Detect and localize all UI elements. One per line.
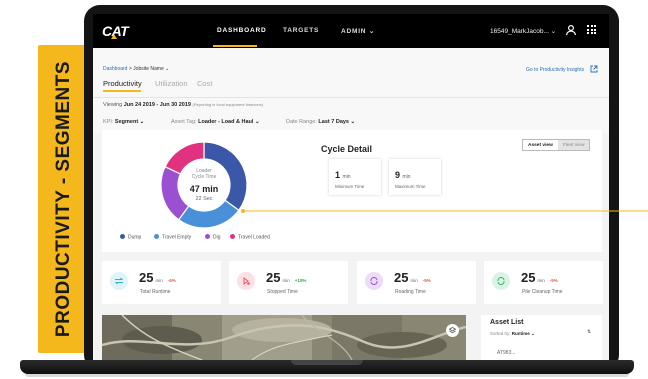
viewing-range: Viewing Jun 24 2019 - Jun 30 2019 (Repor… [103, 102, 264, 108]
asset-list-panel: Asset List Sorted by: Runtime ⌄ ⇅ AT983.… [481, 315, 602, 360]
map-terrain [102, 315, 466, 360]
cycle-donut-chart: Loader Cycle Time 47 min 22 Sec [160, 141, 248, 229]
asset-list-sort[interactable]: Sorted by: Runtime ⌄ [490, 331, 535, 337]
date-range-filter[interactable]: Date Range: Last 7 Days ⌄ [286, 119, 355, 125]
minimum-time-card: 1 min Minimum Time [329, 159, 381, 195]
satellite-map[interactable] [102, 315, 466, 360]
apps-grid-icon[interactable] [587, 25, 596, 34]
divider [93, 97, 609, 98]
tab-productivity[interactable]: Productivity [103, 79, 142, 88]
asset-list-item[interactable]: AT983... [497, 350, 516, 356]
donut-slice-travel-empty[interactable] [177, 199, 240, 229]
user-icon[interactable] [565, 24, 577, 36]
sort-order-icon[interactable]: ⇅ [587, 329, 595, 337]
legend-dot [230, 234, 235, 239]
legend-dot [205, 234, 210, 239]
tab-utilization[interactable]: Utilization [155, 79, 188, 88]
logo-triangle-icon [111, 34, 117, 39]
laptop-foot [25, 374, 629, 377]
asset-view-button[interactable]: Asset view [523, 140, 558, 150]
top-navigation: CAT DASHBOARD TARGETS ADMIN ⌄ 16549_Mark… [93, 14, 609, 48]
center-sub: 22 Sec [195, 196, 212, 202]
asset-tag-filter[interactable]: Asset Tag: Loader - Load & Haul ⌄ [171, 119, 260, 125]
asset-list-title: Asset List [490, 319, 524, 326]
fleet-view-button[interactable]: Fleet view [557, 140, 590, 150]
donut-slice-dig[interactable] [160, 165, 190, 221]
maximum-time-card: 9 min Maximum Time [389, 159, 441, 195]
laptop-notch [291, 360, 363, 365]
nav-targets[interactable]: TARGETS [283, 27, 319, 34]
kpi-card-total-runtime[interactable]: 25 min -5% Total Runtime [102, 261, 221, 304]
legend-dump: Dump [120, 234, 141, 242]
kpi-filter[interactable]: KPI: Segment ⌄ [103, 119, 144, 125]
kpi-card-pile-cleanup[interactable]: 25 min -5% Pile Cleanup Time [484, 261, 603, 304]
cycle-detail-title: Cycle Detail [321, 144, 373, 154]
app-screen: CAT DASHBOARD TARGETS ADMIN ⌄ 16549_Mark… [93, 14, 609, 360]
layers-icon [449, 327, 456, 334]
nav-admin[interactable]: ADMIN ⌄ [341, 27, 375, 35]
stopped-icon [237, 272, 255, 290]
kpi-card-roading-time[interactable]: 25 min -5% Roading Time [357, 261, 476, 304]
banner-text: PRODUCTIVITY - SEGMENTS [53, 60, 74, 338]
cat-logo[interactable]: CAT [102, 23, 129, 39]
productivity-segments-banner: PRODUCTIVITY - SEGMENTS [38, 45, 90, 353]
breadcrumb-jobsite[interactable]: Jobsite Name ⌄ [133, 66, 169, 72]
tab-active-indicator [103, 90, 141, 92]
center-label-line2: Cycle Time [192, 174, 217, 180]
legend-travel-loaded: Travel Loaded [230, 234, 270, 242]
user-menu[interactable]: 16549_MarkJacob... ⌄ [490, 27, 556, 35]
map-layers-button[interactable] [446, 324, 459, 337]
breadcrumb: Dashboard > Jobsite Name ⌄ [103, 66, 170, 72]
runtime-icon [110, 272, 128, 290]
stage: PRODUCTIVITY - SEGMENTS CAT DASHBOARD TA… [0, 0, 648, 379]
external-link-icon[interactable] [590, 65, 598, 73]
legend-dot [120, 234, 125, 239]
nav-active-indicator [213, 45, 257, 47]
cycle-detail-card: Loader Cycle Time 47 min 22 Sec Dump Tra… [102, 130, 602, 252]
productivity-insights-link[interactable]: Go to Productivity Insights [526, 67, 584, 73]
page-header: Dashboard > Jobsite Name ⌄ Go to Product… [93, 48, 609, 133]
kpi-card-stopped-time[interactable]: 25 min +10% Stopped Time [229, 261, 348, 304]
pile-cleanup-icon [492, 272, 510, 290]
legend-travel-empty: Travel Empty [154, 234, 191, 242]
legend-dot [154, 234, 159, 239]
breadcrumb-root[interactable]: Dashboard [103, 66, 127, 72]
view-toggle: Asset view Fleet view [522, 139, 591, 151]
legend-dig: Dig [205, 234, 221, 242]
center-value: 47 min [190, 184, 219, 194]
tab-cost[interactable]: Cost [197, 79, 212, 88]
nav-dashboard[interactable]: DASHBOARD [217, 27, 266, 34]
roading-icon [365, 272, 383, 290]
